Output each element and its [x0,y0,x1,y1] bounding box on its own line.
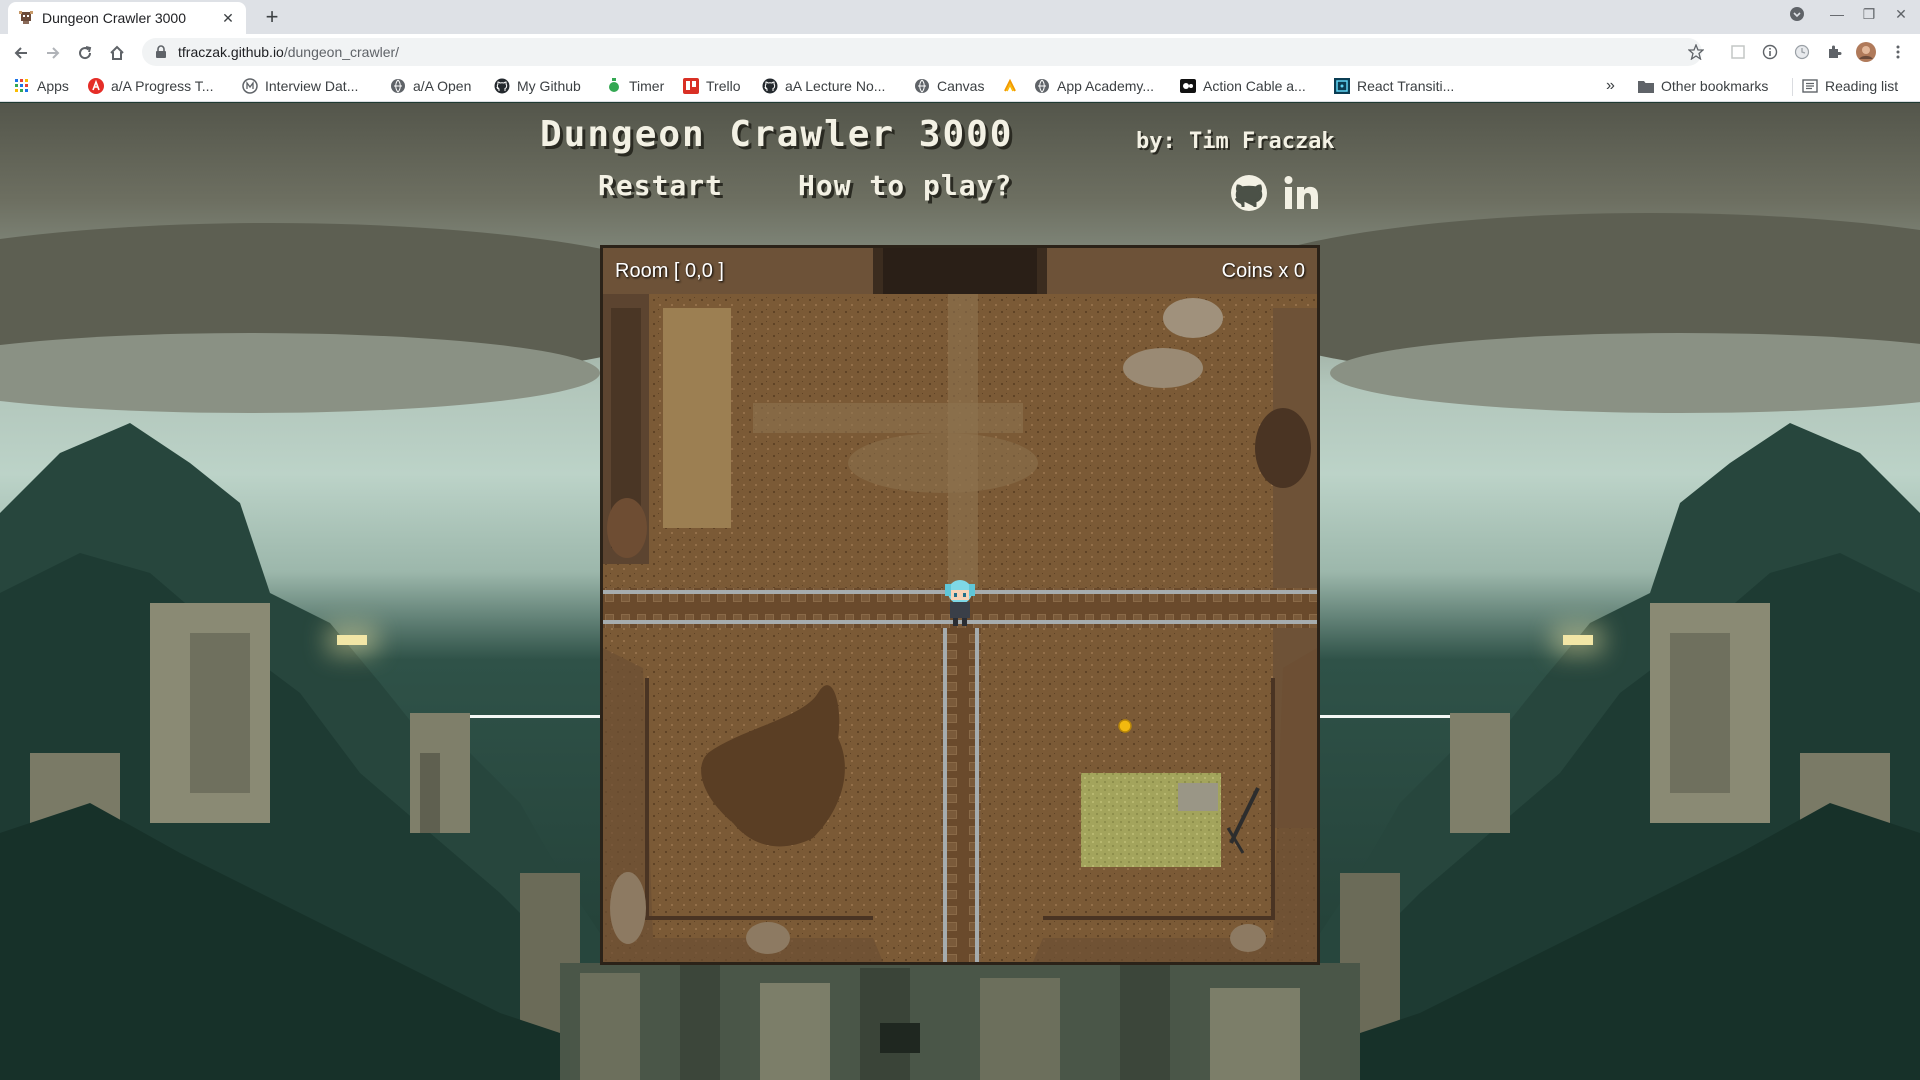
browser-tab[interactable]: Dungeon Crawler 3000 ✕ [8,2,246,34]
other-bookmarks[interactable]: Other bookmarks [1638,76,1768,96]
page-viewport: Dungeon Crawler 3000 by: Tim Fraczak Res… [0,103,1920,1080]
new-tab-button[interactable]: + [258,4,286,32]
bookmark-label: React Transiti... [1357,78,1455,94]
extensions-puzzle-icon[interactable] [1824,42,1844,62]
how-to-play-button[interactable]: How to play? [798,169,1012,202]
window-close-icon[interactable]: ✕ [1890,6,1912,23]
profile-avatar-icon[interactable] [1856,42,1876,62]
bookmark-label: Canvas [937,78,985,94]
home-icon[interactable] [104,40,130,66]
bookmarks-bar: Apps a/A Progress T... Interview Dat... … [0,70,1920,102]
tab-bar: Dungeon Crawler 3000 ✕ + — ❐ ✕ [0,0,1920,34]
reading-list[interactable]: Reading list [1802,76,1898,96]
bookmark-label: App Academy... [1057,78,1155,94]
bookmark-rss[interactable] [1002,76,1025,96]
bookmark-interview-data[interactable]: Interview Dat... [242,76,358,96]
appacademy-a-icon [88,78,104,94]
bookmarks-overflow-button[interactable]: » [1606,76,1615,96]
restore-icon[interactable]: ❐ [1858,6,1880,23]
interview-icon [242,78,258,94]
trello-icon [683,78,699,94]
globe-icon [390,78,406,94]
bookmark-label: Interview Dat... [265,78,359,94]
dungeon-room-map [603,248,1317,962]
bookmark-my-github[interactable]: My Github [494,76,581,96]
lantern-light [337,635,367,645]
bookmark-star-icon[interactable] [1686,42,1706,62]
extension-clock-icon[interactable] [1792,42,1812,62]
react-icon [1334,78,1350,94]
room-indicator: Room [ 0,0 ] [615,260,724,282]
bookmark-app-academy[interactable]: App Academy... [1034,76,1154,96]
linkedin-link-icon[interactable] [1282,173,1324,215]
rss-icon [1002,78,1018,94]
bookmark-action-cable[interactable]: Action Cable a... [1180,76,1306,96]
timer-icon [606,78,622,94]
reading-list-icon [1802,78,1818,94]
other-bookmarks-label: Other bookmarks [1661,78,1769,94]
browser-toolbar: tfraczak.github.io/dungeon_crawler/ [0,34,1920,70]
forward-icon[interactable] [40,40,66,66]
left-forest-ruins [0,423,620,1080]
lantern-light [1563,635,1593,645]
bottom-ruins [560,963,1360,1080]
back-icon[interactable] [8,40,34,66]
author-byline: by: Tim Fraczak [1136,129,1335,154]
globe-icon [914,78,930,94]
bookmark-trello[interactable]: Trello [683,76,741,96]
bookmark-apps[interactable]: Apps [14,76,69,96]
restart-button[interactable]: Restart [598,169,723,202]
tab-title: Dungeon Crawler 3000 [42,10,186,26]
skull-favicon-icon [18,10,34,26]
github-icon [762,78,778,94]
address-bar[interactable]: tfraczak.github.io/dungeon_crawler/ [142,38,1702,66]
bookmark-label: aA Lecture No... [785,78,886,94]
browser-menu-icon[interactable] [1888,42,1908,62]
coin-counter: Coins x 0 [1221,260,1305,282]
page-title: Dungeon Crawler 3000 [540,114,1014,155]
bookmark-timer[interactable]: Timer [606,76,664,96]
globe-icon [1034,78,1050,94]
tab-search-icon[interactable] [1786,6,1808,25]
bookmark-label: Action Cable a... [1203,78,1306,94]
github-icon [494,78,510,94]
url-path: /dungeon_crawler/ [283,44,400,60]
github-link-icon[interactable] [1229,173,1271,215]
bookmark-label: Timer [629,78,665,94]
action-cable-icon [1180,78,1196,94]
minimize-icon[interactable]: — [1826,6,1848,22]
game-canvas[interactable]: Room [ 0,0 ] Coins x 0 [600,245,1320,965]
bookmark-label: a/A Progress T... [111,78,214,94]
right-forest-ruins [1300,423,1920,1080]
extension-blank-icon[interactable] [1728,42,1748,62]
bookmark-aa-progress[interactable]: a/A Progress T... [88,76,213,96]
bookmark-label: Apps [37,78,69,94]
bookmark-react-transition[interactable]: React Transiti... [1334,76,1454,96]
extension-info-icon[interactable] [1760,42,1780,62]
reload-icon[interactable] [72,40,98,66]
folder-icon [1638,78,1654,94]
bookmark-aa-lecture-notes[interactable]: aA Lecture No... [762,76,885,96]
bookmark-aa-open[interactable]: a/A Open [390,76,471,96]
tab-close-icon[interactable]: ✕ [220,10,236,27]
reading-list-label: Reading list [1825,78,1899,94]
lock-icon [156,45,166,58]
bookmark-label: Trello [706,78,741,94]
bookmark-label: a/A Open [413,78,472,94]
url-host: tfraczak.github.io [178,44,284,60]
bookmark-canvas[interactable]: Canvas [914,76,984,96]
bookmarks-divider [1792,78,1793,96]
bookmark-label: My Github [517,78,581,94]
apps-grid-icon [14,78,30,94]
